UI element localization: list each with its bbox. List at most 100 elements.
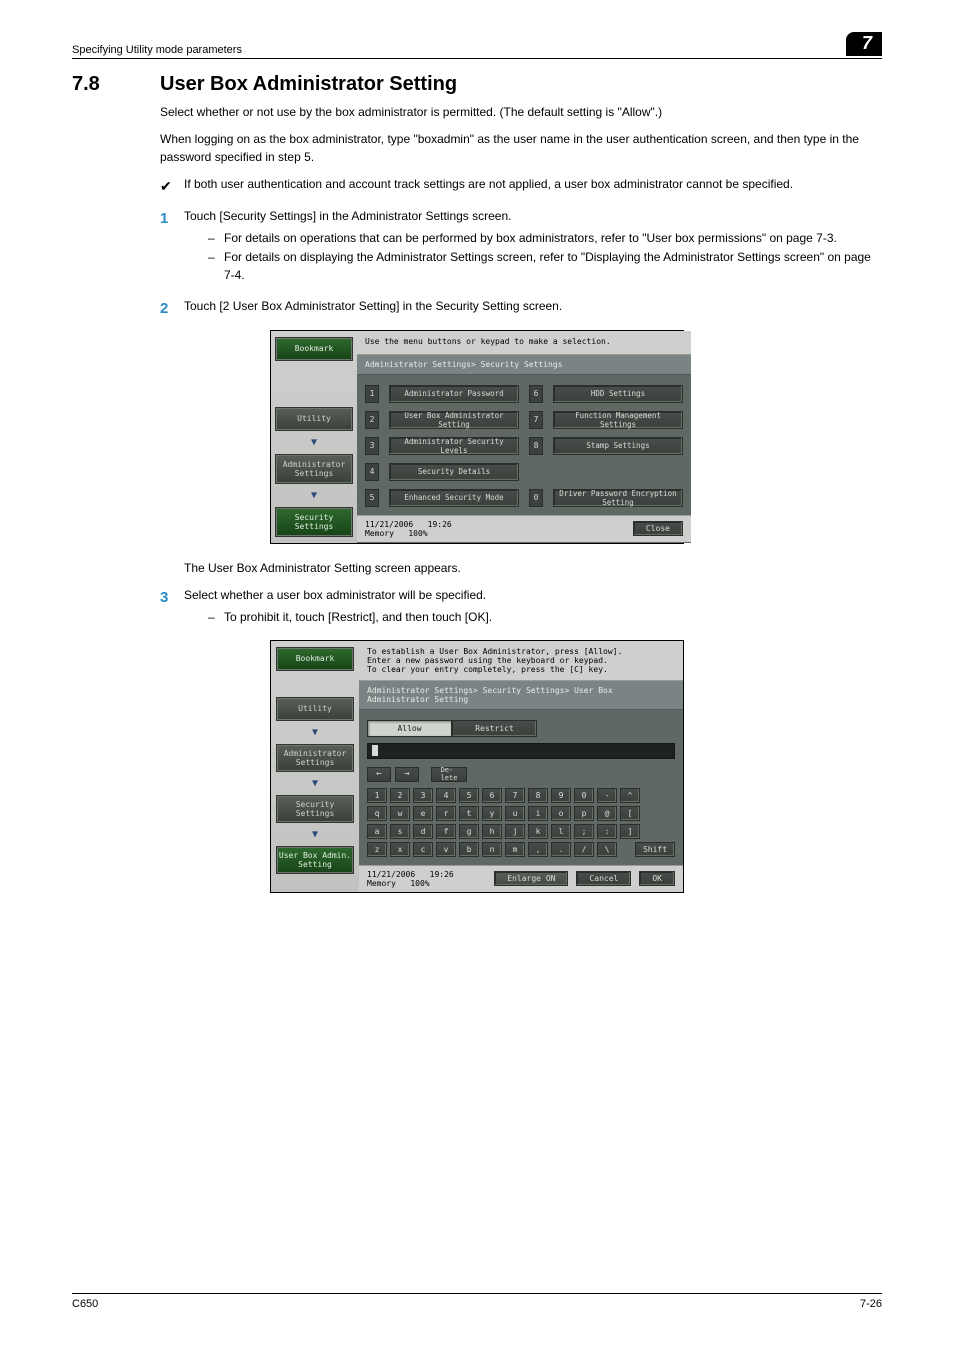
restrict-toggle[interactable]: Restrict (452, 720, 537, 737)
key-2[interactable]: 2 (390, 788, 410, 803)
menu-num-8: 8 (529, 437, 543, 455)
arrow-down-icon: ▼ (312, 778, 318, 789)
chapter-badge: 7 (846, 32, 882, 56)
cancel-button[interactable]: Cancel (576, 871, 631, 886)
key-7[interactable]: 7 (505, 788, 525, 803)
menu-num-4: 4 (365, 463, 379, 481)
close-button[interactable]: Close (633, 521, 683, 536)
menu-function-mgmt[interactable]: Function Management Settings (553, 411, 683, 429)
password-input[interactable] (367, 743, 675, 759)
key-j[interactable]: j (505, 824, 525, 839)
menu-enhanced-sec[interactable]: Enhanced Security Mode (389, 489, 519, 507)
running-head-text: Specifying Utility mode parameters (72, 44, 242, 56)
key-0[interactable]: 0 (574, 788, 594, 803)
step-3-sub-1: To prohibit it, touch [Restrict], and th… (208, 609, 882, 626)
admin-settings-button[interactable]: Administrator Settings (276, 744, 354, 772)
menu-driver-pwd-enc[interactable]: Driver Password Encryption Setting (553, 489, 683, 507)
key-\[interactable]: \ (597, 842, 617, 857)
bookmark-button[interactable]: Bookmark (275, 337, 353, 361)
key-a[interactable]: a (367, 824, 387, 839)
footer-left: C650 (72, 1298, 98, 1310)
key-9[interactable]: 9 (551, 788, 571, 803)
step-number: 2 (160, 298, 184, 320)
key-/[interactable]: / (574, 842, 594, 857)
screenshot-userbox-admin-setting: Bookmark Utility ▼ Administrator Setting… (270, 640, 684, 893)
key-3[interactable]: 3 (413, 788, 433, 803)
key-t[interactable]: t (459, 806, 479, 821)
key-u[interactable]: u (505, 806, 525, 821)
key-,[interactable]: , (528, 842, 548, 857)
key-o[interactable]: o (551, 806, 571, 821)
section-title: User Box Administrator Setting (160, 73, 457, 96)
utility-button[interactable]: Utility (276, 697, 354, 721)
key-z[interactable]: z (367, 842, 387, 857)
key-4[interactable]: 4 (436, 788, 456, 803)
key-v[interactable]: v (436, 842, 456, 857)
key-:[interactable]: : (597, 824, 617, 839)
key-l[interactable]: l (551, 824, 571, 839)
utility-button[interactable]: Utility (275, 407, 353, 431)
step-number: 1 (160, 208, 184, 230)
key-6[interactable]: 6 (482, 788, 502, 803)
key-d[interactable]: d (413, 824, 433, 839)
key-8[interactable]: 8 (528, 788, 548, 803)
menu-admin-password[interactable]: Administrator Password (389, 385, 519, 403)
key-x[interactable]: x (390, 842, 410, 857)
key-q[interactable]: q (367, 806, 387, 821)
security-settings-button[interactable]: Security Settings (276, 795, 354, 823)
userbox-admin-button[interactable]: User Box Admin. Setting (276, 846, 354, 874)
step-2-text: Touch [2 User Box Administrator Setting]… (184, 299, 562, 313)
panel1-sidebar: Bookmark Utility ▼ Administrator Setting… (271, 331, 357, 543)
arrow-down-icon: ▼ (312, 727, 318, 738)
delete-key[interactable]: De- lete (431, 767, 467, 782)
menu-user-box-admin[interactable]: User Box Administrator Setting (389, 411, 519, 429)
panel1-foot-left: 11/21/2006 19:26 Memory 100% (365, 520, 452, 538)
key-^[interactable]: ^ (620, 788, 640, 803)
security-settings-button[interactable]: Security Settings (275, 507, 353, 537)
key-m[interactable]: m (505, 842, 525, 857)
menu-hdd-settings[interactable]: HDD Settings (553, 385, 683, 403)
key--[interactable]: - (597, 788, 617, 803)
key-.[interactable]: . (551, 842, 571, 857)
key-5[interactable]: 5 (459, 788, 479, 803)
bookmark-button[interactable]: Bookmark (276, 647, 354, 671)
key-n[interactable]: n (482, 842, 502, 857)
cursor-right-key[interactable]: → (395, 767, 419, 782)
ok-button[interactable]: OK (639, 871, 675, 886)
key-;[interactable]: ; (574, 824, 594, 839)
key-y[interactable]: y (482, 806, 502, 821)
arrow-down-icon: ▼ (311, 490, 317, 501)
menu-admin-sec-levels[interactable]: Administrator Security Levels (389, 437, 519, 455)
running-header: Specifying Utility mode parameters 7 (72, 32, 882, 59)
key-r[interactable]: r (436, 806, 456, 821)
kb-row-4: zxcvbnm,./\ Shift (367, 842, 675, 857)
key-p[interactable]: p (574, 806, 594, 821)
key-i[interactable]: i (528, 806, 548, 821)
key-s[interactable]: s (390, 824, 410, 839)
key-f[interactable]: f (436, 824, 456, 839)
check-note: ✔ If both user authentication and accoun… (160, 176, 882, 196)
shift-key[interactable]: Shift (635, 842, 675, 857)
step-2: 2 Touch [2 User Box Administrator Settin… (160, 298, 882, 320)
menu-stamp-settings[interactable]: Stamp Settings (553, 437, 683, 455)
menu-security-details[interactable]: Security Details (389, 463, 519, 481)
admin-settings-button[interactable]: Administrator Settings (275, 454, 353, 484)
key-@[interactable]: @ (597, 806, 617, 821)
key-1[interactable]: 1 (367, 788, 387, 803)
key-k[interactable]: k (528, 824, 548, 839)
key-w[interactable]: w (390, 806, 410, 821)
key-][interactable]: ] (620, 824, 640, 839)
key-c[interactable]: c (413, 842, 433, 857)
kb-row-2: qwertyuiop@[ (367, 806, 675, 821)
key-g[interactable]: g (459, 824, 479, 839)
key-b[interactable]: b (459, 842, 479, 857)
cursor-left-key[interactable]: ← (367, 767, 391, 782)
key-e[interactable]: e (413, 806, 433, 821)
menu-num-5: 5 (365, 489, 379, 507)
menu-num-7: 7 (529, 411, 543, 429)
step-1-sub-2: For details on displaying the Administra… (208, 249, 882, 284)
key-h[interactable]: h (482, 824, 502, 839)
allow-toggle[interactable]: Allow (367, 720, 452, 737)
key-[[interactable]: [ (620, 806, 640, 821)
enlarge-button[interactable]: Enlarge ON (494, 871, 568, 886)
